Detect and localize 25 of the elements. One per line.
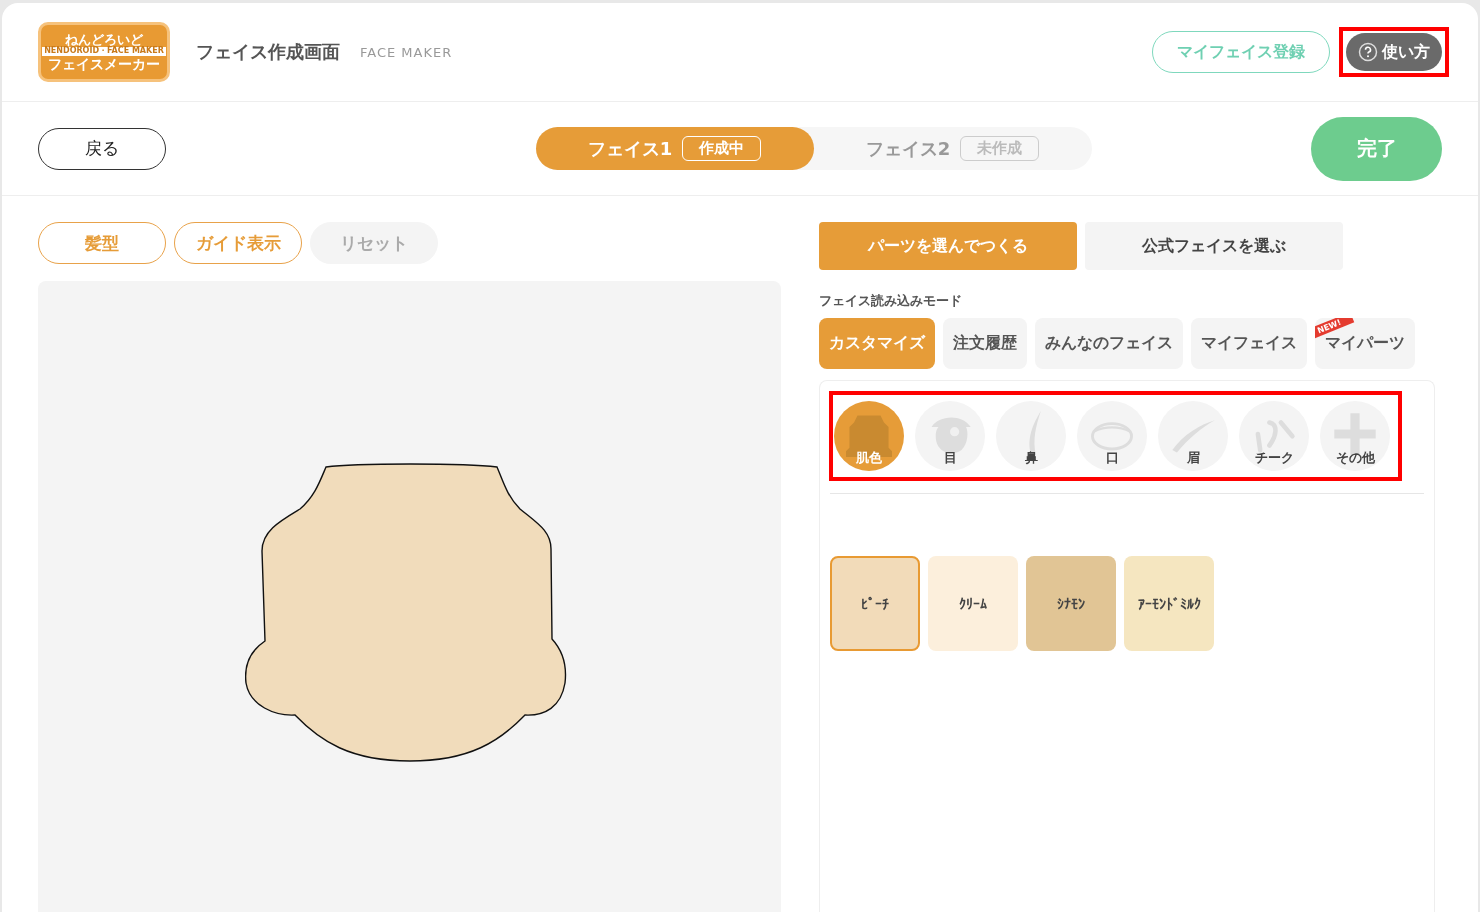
part-tab[interactable]: 目 — [915, 401, 985, 471]
help-button[interactable]: 使い方 — [1346, 33, 1442, 71]
status-badge: 未作成 — [960, 136, 1040, 161]
color-swatch[interactable]: ｼﾅﾓﾝ — [1026, 556, 1116, 651]
part-tab[interactable]: その他 — [1320, 401, 1390, 471]
part-tab[interactable]: 口 — [1077, 401, 1147, 471]
part-tab[interactable]: チーク — [1239, 401, 1309, 471]
back-button[interactable]: 戻る — [38, 127, 166, 170]
page-subtitle: FACE MAKER — [360, 44, 453, 60]
logo-text: フェイスメーカー — [48, 56, 160, 72]
load-mode-tab[interactable]: みんなのフェイス — [1035, 318, 1183, 369]
logo-subtext: NENDOROID・FACE MAKER — [42, 47, 166, 56]
status-badge: 作成中 — [682, 136, 762, 161]
mode-tab[interactable]: 公式フェイスを選ぶ — [1085, 222, 1343, 270]
load-mode-tab[interactable]: マイフェイス — [1191, 318, 1307, 369]
color-swatch[interactable]: ｱｰﾓﾝﾄﾞﾐﾙｸ — [1124, 556, 1214, 651]
help-icon — [1358, 42, 1378, 62]
load-mode-tab[interactable]: 注文履歴 — [943, 318, 1027, 369]
part-tab[interactable]: 眉 — [1158, 401, 1228, 471]
logo-text: ねんどろいど — [65, 32, 143, 47]
section-label: フェイス読み込みモード — [819, 292, 963, 310]
page-title: フェイス作成画面 — [196, 40, 340, 64]
color-swatch[interactable]: ｸﾘｰﾑ — [928, 556, 1018, 651]
color-swatch[interactable]: ﾋﾟｰﾁ — [830, 556, 920, 651]
part-tab[interactable]: 鼻 — [996, 401, 1066, 471]
